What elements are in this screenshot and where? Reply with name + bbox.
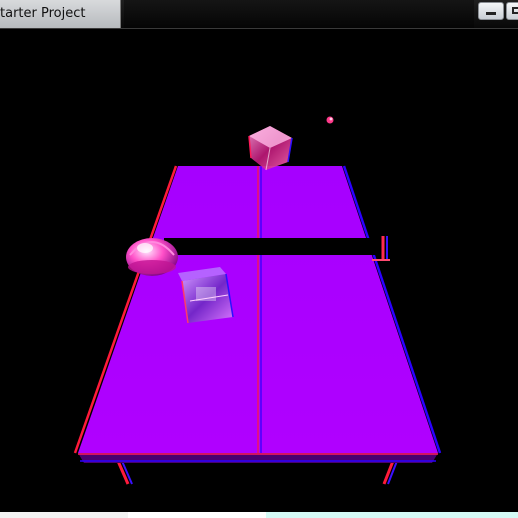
table-legs bbox=[116, 460, 398, 485]
title-bar[interactable]: tarter Project bbox=[0, 0, 518, 29]
minimize-button[interactable] bbox=[478, 2, 504, 20]
maximize-icon bbox=[512, 7, 518, 14]
taskbar-segment bbox=[266, 512, 518, 518]
dome-paddle-icon bbox=[126, 238, 178, 276]
crystal-cube-icon bbox=[248, 126, 293, 171]
maximize-button[interactable] bbox=[506, 2, 518, 20]
3d-viewport[interactable] bbox=[0, 29, 518, 510]
app-window: tarter Project bbox=[0, 0, 518, 518]
box-paddle-icon bbox=[178, 267, 234, 324]
taskbar-segment bbox=[0, 512, 128, 518]
net bbox=[164, 238, 384, 255]
taskbar-strip bbox=[0, 510, 518, 518]
taskbar-segment bbox=[128, 512, 266, 518]
title-bar-background bbox=[124, 0, 474, 28]
title-tab: tarter Project bbox=[0, 0, 121, 28]
minimize-icon bbox=[486, 12, 496, 15]
ping-pong-scene bbox=[73, 116, 442, 485]
window-title: tarter Project bbox=[0, 6, 86, 21]
ball-icon bbox=[326, 116, 334, 124]
